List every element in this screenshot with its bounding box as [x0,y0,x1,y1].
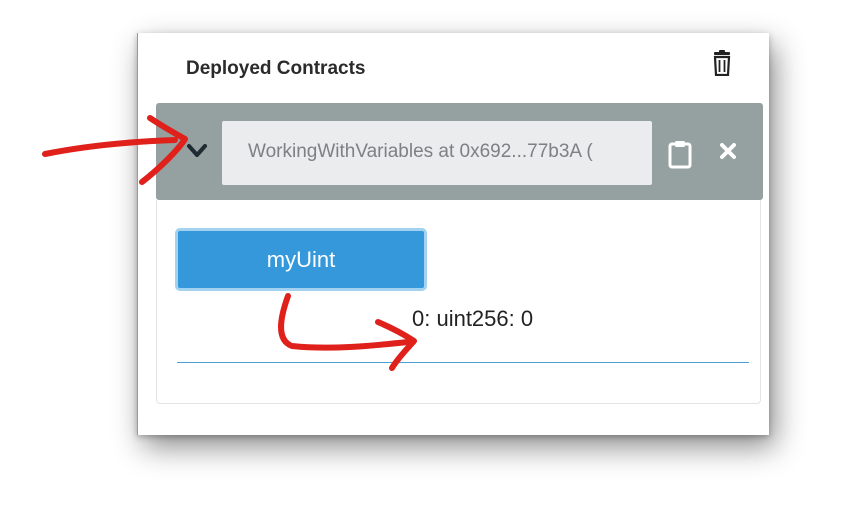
result-divider [177,362,749,363]
call-result: 0: uint256: 0 [412,306,534,331]
panel-left-border [137,33,138,435]
trash-icon[interactable] [710,50,734,76]
contract-address-label: WorkingWithVariables at 0x692...77b3A ( [248,141,593,162]
close-icon[interactable] [718,141,738,161]
panel-title: Deployed Contracts [186,58,366,79]
contract-instance-name[interactable]: WorkingWithVariables at 0x692...77b3A ( [222,121,652,185]
chevron-down-icon[interactable] [186,142,208,160]
clipboard-icon[interactable] [667,139,693,169]
myuint-call-button[interactable]: myUint [175,228,427,291]
